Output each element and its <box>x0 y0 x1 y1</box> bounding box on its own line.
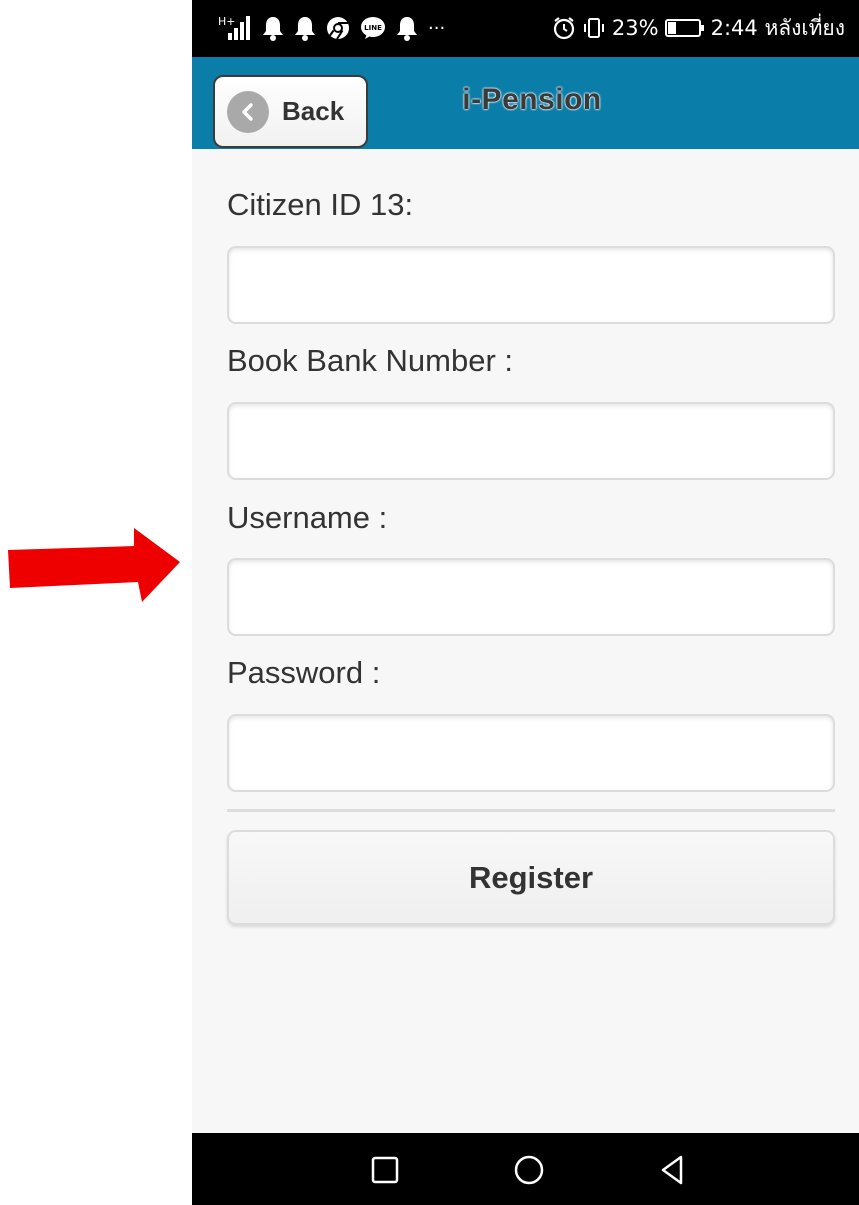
navigation-bar <box>192 1133 859 1205</box>
alarm-icon <box>553 17 575 40</box>
citizen-id-label: Citizen ID 13: <box>227 187 414 222</box>
circle-icon[interactable] <box>513 1154 545 1186</box>
network-label: H+ <box>218 15 236 28</box>
citizen-id-input[interactable] <box>227 246 835 324</box>
triangle-back-icon[interactable] <box>657 1154 689 1186</box>
line-icon: LINE <box>361 17 385 39</box>
bell-icon <box>263 17 283 41</box>
battery-icon <box>664 19 704 37</box>
username-input[interactable] <box>227 558 835 636</box>
overflow-indicator: ··· <box>428 17 446 39</box>
username-label: Username : <box>227 500 388 535</box>
book-bank-number-input[interactable] <box>227 402 835 480</box>
chrome-icon <box>327 17 349 40</box>
bell-icon <box>295 17 315 41</box>
status-right-icons: 23% 2:44 หลังเที่ยง <box>552 13 845 43</box>
app-header: Back i-Pension <box>192 57 859 149</box>
book-bank-number-label: Book Bank Number : <box>227 343 514 378</box>
clock: 2:44 หลังเที่ยง <box>710 16 845 40</box>
bell-icon <box>397 17 417 41</box>
password-input[interactable] <box>227 714 835 792</box>
page-title: i-Pension <box>462 83 602 116</box>
red-arrow-annotation <box>8 528 180 602</box>
register-button[interactable]: Register <box>227 830 835 925</box>
signal-icon: H+ <box>218 15 250 40</box>
svg-text:LINE: LINE <box>364 24 382 32</box>
status-left-icons: H+ LINE ··· <box>218 14 445 42</box>
form-divider <box>227 809 835 812</box>
vibrate-icon <box>583 18 604 38</box>
battery-percent: 23% <box>611 16 659 40</box>
status-bar: H+ LINE ··· 23% 2:44 หลังเที่ยง <box>192 0 859 57</box>
phone-screen: H+ LINE ··· 23% 2:44 หลังเที่ยง Back i-P… <box>192 0 859 1205</box>
screenshot-canvas: H+ LINE ··· 23% 2:44 หลังเที่ยง Back i-P… <box>0 0 859 1205</box>
password-label: Password : <box>227 655 381 690</box>
square-icon[interactable] <box>369 1154 401 1186</box>
